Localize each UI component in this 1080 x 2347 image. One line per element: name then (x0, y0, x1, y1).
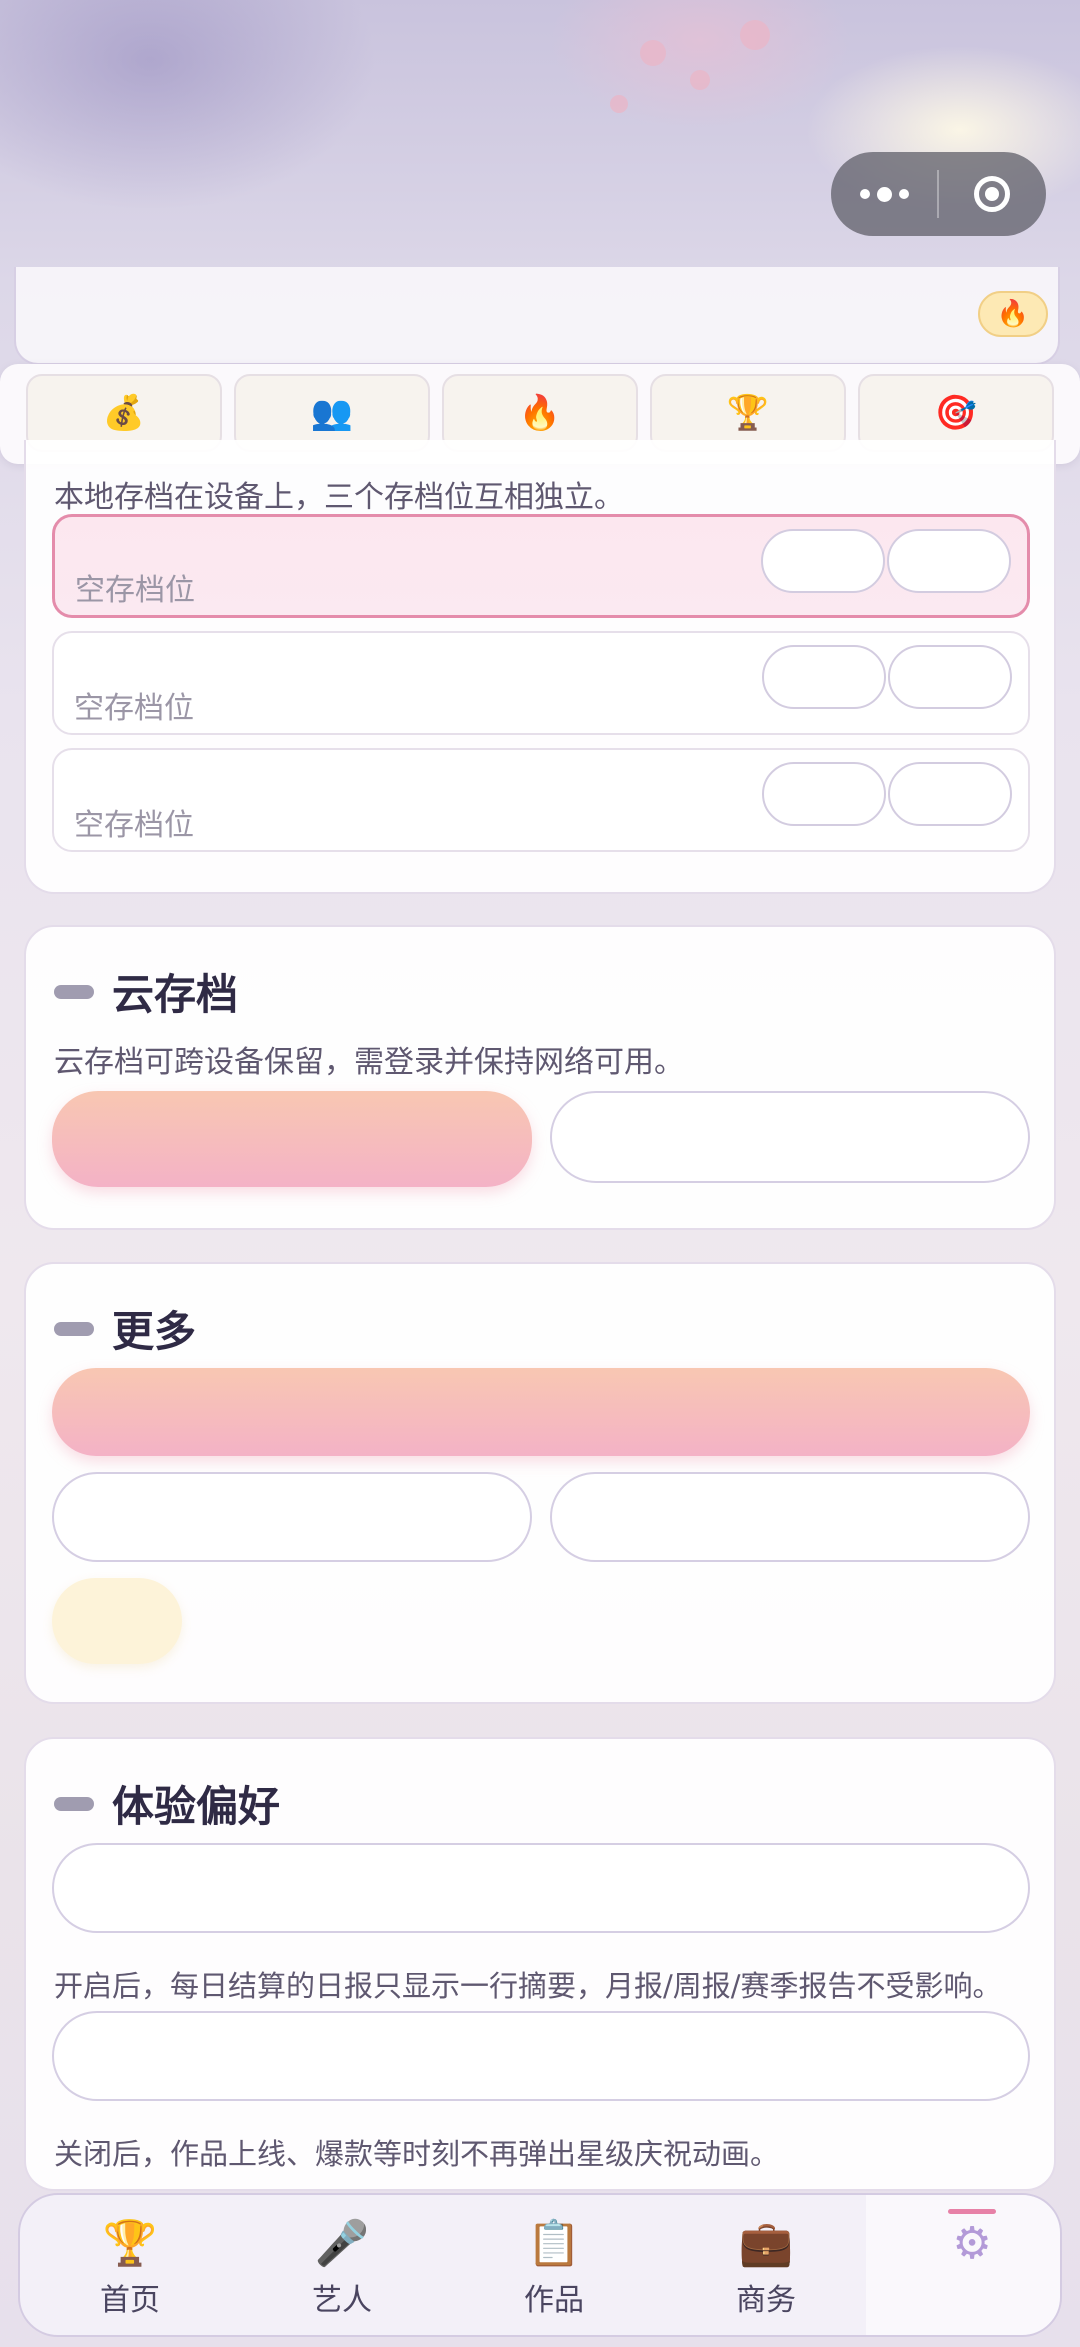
header-background (0, 0, 1080, 300)
more-card: 更多 (24, 1262, 1056, 1704)
celebration-animation-description: 关闭后，作品上线、爆款等时刻不再弹出星级庆祝动画。 (54, 2137, 780, 2171)
tab-home-label: 首页 (100, 2283, 160, 2318)
tab-works[interactable]: 📋 作品 (448, 2195, 660, 2335)
save-slot-1[interactable]: 空存档位 (52, 514, 1030, 618)
slot-3-save-button[interactable] (762, 762, 886, 826)
close-mini-program-button[interactable] (939, 152, 1045, 236)
cloud-save-title-text: 云存档 (112, 970, 239, 1019)
tab-artists[interactable]: 🎤 艺人 (236, 2195, 448, 2335)
cloud-save-description: 云存档可跨设备保留，需登录并保持网络可用。 (54, 1045, 684, 1080)
celebration-animation-toggle[interactable] (52, 2011, 1030, 2101)
bottom-tab-bar: 🏆 首页 🎤 艺人 📋 作品 💼 商务 ⚙ (18, 2193, 1062, 2337)
slot-2-save-button[interactable] (762, 645, 886, 709)
microphone-icon: 🎤 (314, 2218, 370, 2269)
preferences-title-text: 体验偏好 (112, 1782, 281, 1831)
target-icon (974, 176, 1010, 212)
fire-badge[interactable]: 🔥 (978, 291, 1048, 337)
slot-1-label: 空存档位 (75, 573, 195, 608)
more-right-button[interactable] (550, 1472, 1030, 1562)
tab-settings[interactable]: ⚙ (866, 2195, 1060, 2335)
more-menu-button[interactable] (831, 152, 937, 236)
gear-icon: ⚙ (952, 2218, 992, 2269)
slot-1-save-button[interactable] (761, 529, 885, 593)
briefcase-icon: 💼 (738, 2218, 794, 2269)
title-bar-decoration (54, 984, 94, 999)
preferences-title: 体验偏好 (54, 1773, 280, 1834)
daily-summary-toggle[interactable] (52, 1843, 1030, 1933)
local-save-card: 本地存档在设备上，三个存档位互相独立。 空存档位 空存档位 空存档位 (24, 440, 1056, 894)
people-icon: 👥 (310, 393, 354, 433)
cloud-save-title: 云存档 (54, 961, 238, 1022)
local-save-description: 本地存档在设备上，三个存档位互相独立。 (54, 480, 624, 515)
tab-works-label: 作品 (524, 2283, 584, 2318)
trophy-icon: 🏆 (726, 393, 770, 433)
home-icon: 🏆 (102, 2218, 158, 2269)
cloud-download-button[interactable] (550, 1091, 1030, 1183)
tab-artists-label: 艺人 (312, 2283, 372, 2318)
slot-3-load-button[interactable] (888, 762, 1012, 826)
more-left-button[interactable] (52, 1472, 532, 1562)
slot-2-load-button[interactable] (888, 645, 1012, 709)
slot-3-label: 空存档位 (74, 808, 194, 843)
tab-business-label: 商务 (736, 2283, 796, 2318)
title-bar-decoration (54, 1321, 94, 1336)
clipboard-icon: 📋 (526, 2218, 582, 2269)
blossom-decoration (640, 40, 666, 66)
more-small-button[interactable] (52, 1578, 182, 1664)
target-icon: 🎯 (934, 393, 978, 433)
blossom-decoration (610, 95, 628, 113)
title-bar-decoration (54, 1796, 94, 1811)
fire-icon: 🔥 (518, 393, 562, 433)
more-title-text: 更多 (112, 1307, 197, 1356)
daily-summary-description: 开启后，每日结算的日报只显示一行摘要，月报/周报/赛季报告不受影响。 (54, 1969, 1002, 2003)
save-slot-3[interactable]: 空存档位 (52, 748, 1030, 852)
money-bag-icon: 💰 (102, 393, 146, 433)
active-tab-indicator (948, 2209, 996, 2214)
slot-1-load-button[interactable] (887, 529, 1011, 593)
blossom-decoration (690, 70, 710, 90)
cloud-upload-button[interactable] (52, 1091, 532, 1187)
preferences-card: 体验偏好 开启后，每日结算的日报只显示一行摘要，月报/周报/赛季报告不受影响。 … (24, 1737, 1056, 2191)
mini-program-capsule (831, 152, 1046, 236)
cloud-save-card: 云存档 云存档可跨设备保留，需登录并保持网络可用。 (24, 925, 1056, 1230)
top-status-strip: 🔥 (14, 267, 1060, 365)
save-slot-2[interactable]: 空存档位 (52, 631, 1030, 735)
slot-2-label: 空存档位 (74, 691, 194, 726)
tab-home[interactable]: 🏆 首页 (24, 2195, 236, 2335)
more-primary-button[interactable] (52, 1368, 1030, 1456)
fire-icon: 🔥 (996, 299, 1030, 329)
more-title: 更多 (54, 1298, 196, 1359)
blossom-decoration (740, 20, 770, 50)
tab-business[interactable]: 💼 商务 (660, 2195, 872, 2335)
